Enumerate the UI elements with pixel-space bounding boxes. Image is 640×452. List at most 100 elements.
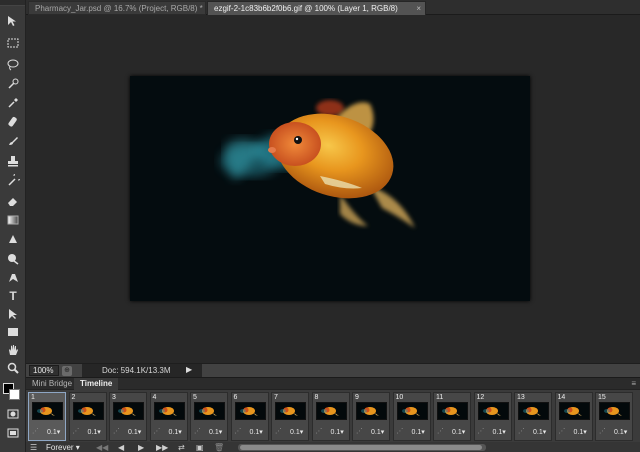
- disposal-icon[interactable]: ⋰: [194, 427, 201, 435]
- disposal-icon[interactable]: ⋰: [599, 427, 606, 435]
- disposal-icon[interactable]: ⋰: [154, 427, 161, 435]
- healing-brush-icon[interactable]: [3, 113, 23, 130]
- zoom-icon[interactable]: [3, 359, 23, 376]
- frame-number: 6: [233, 394, 238, 401]
- frame-delay-select[interactable]: 0.1▾: [290, 428, 303, 436]
- brush-icon[interactable]: [3, 132, 23, 149]
- timeline-scrollbar[interactable]: [238, 444, 486, 451]
- pen-icon[interactable]: [3, 269, 23, 286]
- marquee-icon[interactable]: [3, 34, 23, 51]
- history-brush-icon[interactable]: [3, 172, 23, 189]
- delete-frame-button[interactable]: 🗑: [214, 442, 224, 452]
- path-select-icon[interactable]: [3, 305, 23, 322]
- animation-frame[interactable]: 8 ⋰ 0.1▾: [311, 392, 350, 441]
- animation-frame[interactable]: 5 ⋰ 0.1▾: [190, 392, 228, 441]
- animation-frame[interactable]: 6 ⋰ 0.1▾: [230, 392, 269, 441]
- background-color-swatch[interactable]: [9, 389, 20, 400]
- animation-frame[interactable]: 1 ⋰ 0.1▾: [28, 392, 66, 441]
- eyedropper-icon[interactable]: [3, 94, 23, 111]
- lasso-icon[interactable]: [3, 56, 23, 73]
- animation-frame[interactable]: 14 ⋰ 0.1▾: [554, 392, 593, 441]
- disposal-icon[interactable]: ⋰: [478, 427, 485, 435]
- status-menu-arrow-icon[interactable]: ▶: [186, 365, 192, 374]
- new-frame-button[interactable]: ▣: [196, 442, 204, 452]
- disposal-icon[interactable]: ⋰: [73, 427, 80, 435]
- blur-icon[interactable]: [3, 231, 23, 248]
- loop-options-select[interactable]: Forever ▾: [46, 442, 88, 452]
- disposal-icon[interactable]: ⋰: [32, 427, 39, 435]
- animation-frame[interactable]: 2 ⋰ 0.1▾: [68, 392, 107, 441]
- animation-frame[interactable]: 7 ⋰ 0.1▾: [271, 392, 309, 441]
- animation-frame[interactable]: 10 ⋰ 0.1▾: [392, 392, 431, 441]
- play-button[interactable]: ▶: [138, 442, 144, 452]
- frame-delay-select[interactable]: 0.1▾: [331, 428, 344, 436]
- animation-frame[interactable]: 11 ⋰ 0.1▾: [433, 392, 471, 441]
- frame-number: 7: [274, 394, 278, 401]
- zoom-info-icon[interactable]: ⊕: [62, 366, 72, 376]
- disposal-icon[interactable]: ⋰: [235, 427, 242, 435]
- clone-stamp-icon[interactable]: [3, 152, 23, 169]
- next-frame-button[interactable]: ▶▶: [156, 442, 168, 452]
- document-workspace[interactable]: [26, 16, 640, 363]
- frame-delay-select[interactable]: 0.1▾: [614, 428, 627, 436]
- disposal-icon[interactable]: ⋰: [559, 427, 566, 435]
- tab-label: ezgif-2-1c83b6b2f0b6.gif @ 100% (Layer 1…: [214, 4, 398, 13]
- close-icon[interactable]: ×: [416, 2, 421, 15]
- disposal-icon[interactable]: ⋰: [397, 427, 404, 435]
- frame-delay-select[interactable]: 0.1▾: [533, 428, 546, 436]
- type-icon[interactable]: T: [3, 287, 23, 304]
- panel-menu-icon[interactable]: ≡: [631, 379, 636, 388]
- first-frame-button[interactable]: ◀◀: [96, 442, 108, 452]
- frame-thumbnail: [396, 402, 428, 420]
- disposal-icon[interactable]: ⋰: [356, 427, 363, 435]
- frame-delay-select[interactable]: 0.1▾: [47, 428, 60, 436]
- animation-frame[interactable]: 4 ⋰ 0.1▾: [149, 392, 188, 441]
- animation-frame[interactable]: 13 ⋰ 0.1▾: [514, 392, 552, 441]
- zoom-level-field[interactable]: 100%: [29, 365, 59, 376]
- tab-mini-bridge[interactable]: Mini Bridge: [26, 378, 78, 390]
- disposal-icon[interactable]: ⋰: [113, 427, 120, 435]
- disposal-icon[interactable]: ⋰: [437, 427, 444, 435]
- hand-icon[interactable]: [3, 341, 23, 358]
- frame-number: 2: [71, 394, 76, 401]
- animation-frame[interactable]: 12 ⋰ 0.1▾: [473, 392, 512, 441]
- timeline-controls: ☰ Forever ▾ ◀◀ ◀ ▶ ▶▶ ⇄ ▣ 🗑: [26, 442, 640, 452]
- previous-frame-button[interactable]: ◀: [118, 442, 124, 452]
- tab-timeline[interactable]: Timeline: [74, 378, 119, 390]
- disposal-icon[interactable]: ⋰: [275, 427, 282, 435]
- tween-button[interactable]: ⇄: [178, 442, 185, 452]
- frame-delay-select[interactable]: 0.1▾: [169, 428, 182, 436]
- frame-number: 8: [314, 394, 319, 401]
- disposal-icon[interactable]: ⋰: [518, 427, 525, 435]
- animation-frame[interactable]: 3 ⋰ 0.1▾: [109, 392, 147, 441]
- convert-timeline-icon[interactable]: ☰: [30, 442, 37, 452]
- tab-ezgif[interactable]: ezgif-2-1c83b6b2f0b6.gif @ 100% (Layer 1…: [207, 1, 426, 15]
- animation-frame[interactable]: 9 ⋰ 0.1▾: [352, 392, 390, 441]
- frame-delay-select[interactable]: 0.1▾: [574, 428, 587, 436]
- frame-number: 5: [193, 394, 197, 401]
- gradient-icon[interactable]: [3, 211, 23, 228]
- animation-frame[interactable]: 15 ⋰ 0.1▾: [595, 392, 633, 441]
- tab-pharmacy-jar[interactable]: Pharmacy_Jar.psd @ 16.7% (Project, RGB/8…: [28, 1, 206, 15]
- dodge-icon[interactable]: [3, 250, 23, 267]
- frame-delay-select[interactable]: 0.1▾: [250, 428, 263, 436]
- frame-thumbnail: [599, 402, 630, 420]
- toolbar-grip[interactable]: [0, 0, 25, 6]
- disposal-icon[interactable]: ⋰: [316, 427, 323, 435]
- quick-mask-icon[interactable]: [3, 405, 23, 422]
- screen-mode-icon[interactable]: [3, 424, 23, 441]
- scrollbar-thumb[interactable]: [240, 445, 482, 450]
- frame-delay-select[interactable]: 0.1▾: [452, 428, 465, 436]
- quick-select-icon[interactable]: [3, 75, 23, 92]
- eraser-icon[interactable]: [3, 192, 23, 209]
- frame-number: 10: [395, 394, 404, 401]
- image-canvas[interactable]: [130, 76, 530, 301]
- frame-delay-select[interactable]: 0.1▾: [88, 428, 101, 436]
- frame-delay-select[interactable]: 0.1▾: [128, 428, 141, 436]
- move-icon[interactable]: [3, 12, 23, 29]
- frame-delay-select[interactable]: 0.1▾: [412, 428, 425, 436]
- frame-delay-select[interactable]: 0.1▾: [493, 428, 506, 436]
- frame-delay-select[interactable]: 0.1▾: [371, 428, 384, 436]
- rectangle-icon[interactable]: [3, 323, 23, 340]
- frame-delay-select[interactable]: 0.1▾: [209, 428, 222, 436]
